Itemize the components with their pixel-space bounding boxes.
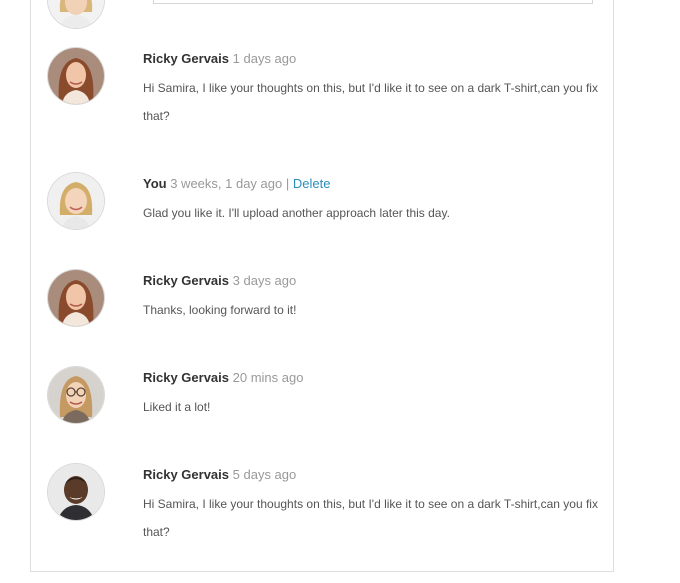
comment-author[interactable]: Ricky Gervais	[143, 467, 229, 482]
comment-2: You 3 weeks, 1 day ago | Delete Glad you…	[143, 176, 603, 227]
comment-time: 20 mins ago	[232, 370, 304, 385]
comment-5: Ricky Gervais 5 days ago Hi Samira, I li…	[143, 467, 603, 546]
woman-red-hair-avatar-icon	[48, 270, 104, 326]
woman-blonde-avatar-icon	[48, 173, 104, 229]
avatar-comment-5[interactable]	[48, 464, 104, 520]
delete-comment-link[interactable]: Delete	[293, 176, 331, 191]
comment-text: Glad you like it. I'll upload another ap…	[143, 206, 450, 220]
comment-text: Hi Samira, I like your thoughts on this,…	[143, 497, 598, 539]
meta-separator: |	[285, 176, 290, 191]
comment-author[interactable]: Ricky Gervais	[143, 370, 229, 385]
comment-1: Ricky Gervais 1 days ago Hi Samira, I li…	[143, 51, 603, 130]
man-avatar-icon	[48, 464, 104, 520]
comment-time: 3 days ago	[232, 273, 297, 288]
comment-meta: Ricky Gervais 3 days ago	[143, 273, 603, 289]
comment-text: Hi Samira, I like your thoughts on this,…	[143, 81, 598, 123]
comment-time: 3 weeks, 1 day ago	[170, 176, 283, 191]
comment-text: Thanks, looking forward to it!	[143, 303, 297, 317]
comment-meta: Ricky Gervais 1 days ago	[143, 51, 603, 67]
comment-time: 1 days ago	[232, 51, 297, 66]
avatar-comment-3[interactable]	[48, 270, 104, 326]
woman-glasses-avatar-icon	[48, 367, 104, 423]
comment-meta: You 3 weeks, 1 day ago | Delete	[143, 176, 603, 192]
avatar-comment-2[interactable]	[48, 173, 104, 229]
comment-meta: Ricky Gervais 20 mins ago	[143, 370, 603, 386]
woman-red-hair-avatar-icon	[48, 48, 104, 104]
comment-3: Ricky Gervais 3 days ago Thanks, looking…	[143, 273, 603, 324]
comment-author[interactable]: Ricky Gervais	[143, 51, 229, 66]
comment-time: 5 days ago	[232, 467, 297, 482]
avatar-comment-1[interactable]	[48, 48, 104, 104]
comment-4: Ricky Gervais 20 mins ago Liked it a lot…	[143, 370, 603, 421]
reply-input[interactable]	[153, 0, 593, 4]
comment-author[interactable]: You	[143, 176, 167, 191]
avatar-comment-4[interactable]	[48, 367, 104, 423]
comment-author[interactable]: Ricky Gervais	[143, 273, 229, 288]
comment-meta: Ricky Gervais 5 days ago	[143, 467, 603, 483]
comment-text: Liked it a lot!	[143, 400, 211, 414]
